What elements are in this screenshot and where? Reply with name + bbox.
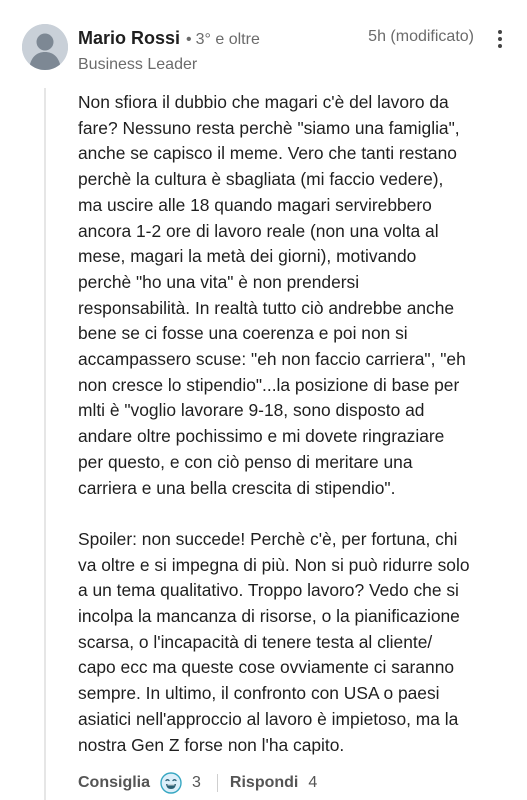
avatar[interactable] xyxy=(22,24,68,70)
reply-count: 4 xyxy=(308,774,318,791)
degree-separator: • xyxy=(186,31,192,48)
user-silhouette-icon xyxy=(22,24,68,70)
comment-actions: Consiglia 3 Rispondi 4 xyxy=(78,770,317,796)
thread-line xyxy=(44,88,46,800)
author-name[interactable]: Mario Rossi xyxy=(78,28,180,49)
like-button[interactable]: Consiglia xyxy=(78,774,150,792)
actions-divider xyxy=(216,774,218,792)
timestamp: 5h (modificato) xyxy=(368,28,474,45)
comment-body: Non sfiora il dubbio che magari c'è del … xyxy=(78,90,508,758)
funny-reaction-icon[interactable] xyxy=(160,772,182,794)
comment-card: Mario Rossi • 3° e oltre Business Leader… xyxy=(0,0,527,800)
reaction-count: 3 xyxy=(192,774,201,791)
more-dot-icon xyxy=(498,37,502,41)
comment-header: Mario Rossi • 3° e oltre Business Leader… xyxy=(78,28,507,78)
reply-button[interactable]: Rispondi xyxy=(230,774,298,792)
more-options-button[interactable] xyxy=(493,28,507,52)
author-headline: Business Leader xyxy=(78,56,198,73)
comment-paragraph: Spoiler: non succede! Perchè c'è, per fo… xyxy=(78,528,470,755)
connection-degree: 3° e oltre xyxy=(195,31,260,48)
more-dot-icon xyxy=(498,44,502,48)
more-dot-icon xyxy=(498,30,502,34)
comment-paragraph: Non sfiora il dubbio che magari c'è del … xyxy=(78,92,466,498)
